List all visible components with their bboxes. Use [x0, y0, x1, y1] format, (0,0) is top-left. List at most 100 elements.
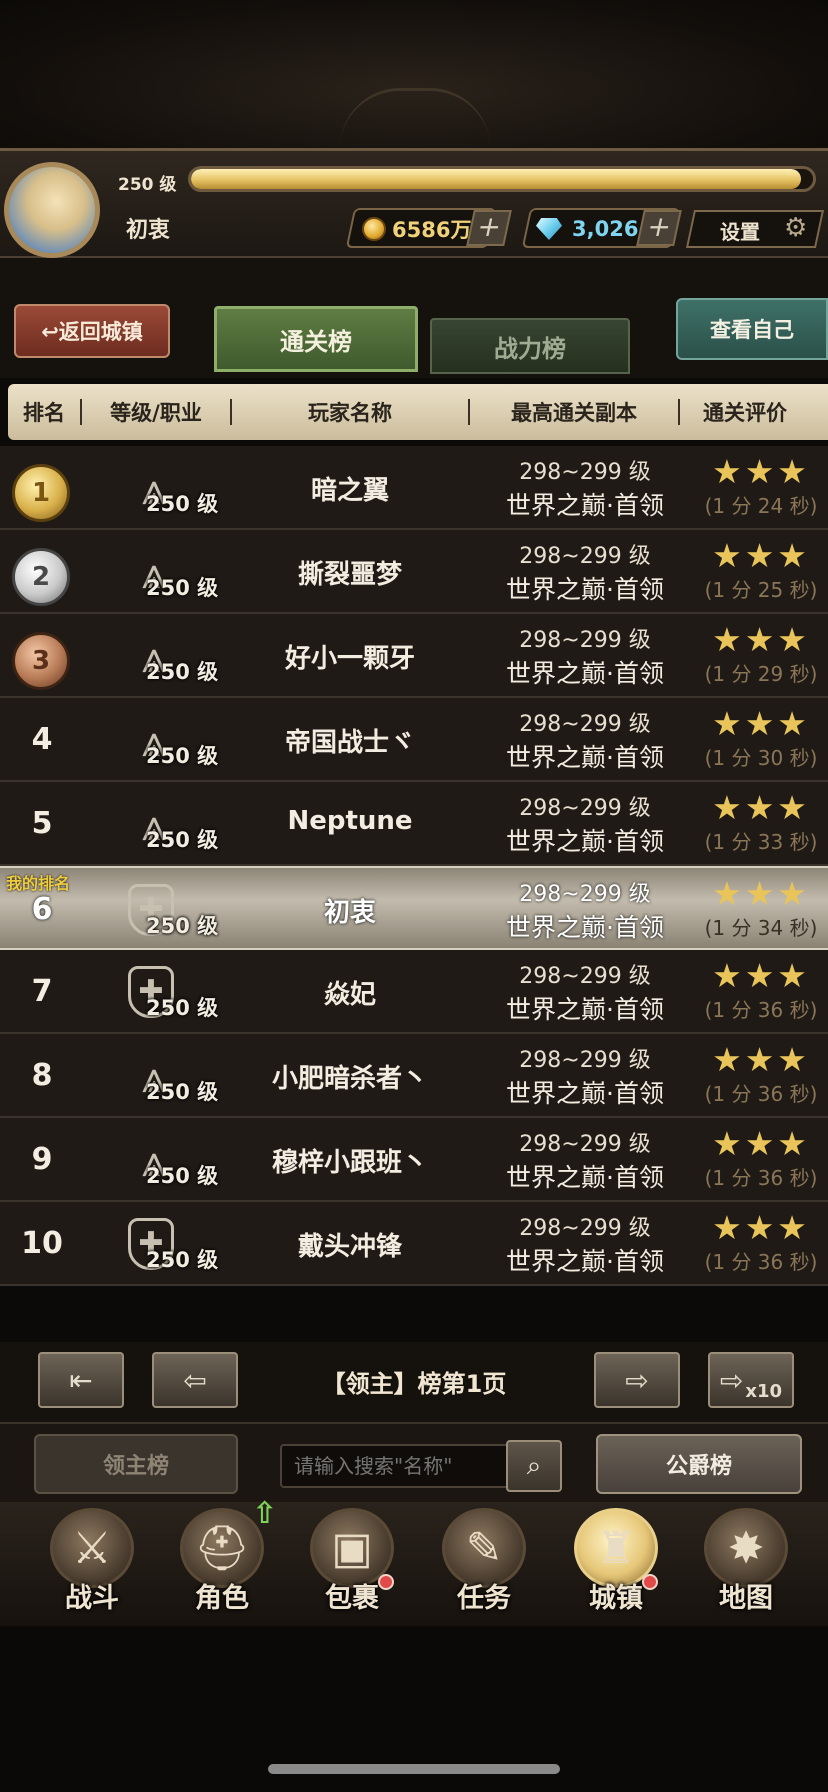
ranking-row[interactable]: 1 ⩓ 250 级暗之翼 298~299 级世界之巅·首领 ★★★ (1 分 24 秒): [0, 446, 828, 530]
ornament-flourish: [340, 88, 490, 148]
player-name-cell: 戴头冲锋: [297, 1232, 402, 1262]
tab-clear-ranking[interactable]: 通关榜: [214, 306, 418, 372]
nav-label: 城镇: [589, 1583, 643, 1614]
search-button[interactable]: ⌕: [506, 1440, 562, 1492]
star-rating: ★★★: [712, 1040, 810, 1079]
dungeon-level-range: 298~299 级: [519, 628, 651, 653]
gold-amount: 6586万: [392, 218, 472, 242]
my-rank-row[interactable]: 我的排名 6 ✚ 250 级初衷 298~299 级世界之巅·首领 ★★★ (1 分 34 …: [0, 866, 828, 950]
add-gold-button[interactable]: +: [466, 210, 512, 246]
home-indicator[interactable]: [268, 1764, 560, 1774]
player-name-cell: 穆梓小跟班丶: [271, 1148, 428, 1178]
fast-forward-icon: ⇨: [719, 1363, 744, 1397]
upgrade-arrow-icon: ⇧: [252, 1496, 278, 1531]
ranking-row[interactable]: 7 ✚ 250 级焱妃 298~299 级世界之巅·首领 ★★★ (1 分 36 秒): [0, 950, 828, 1034]
dungeon-name: 世界之巅·首领: [506, 491, 664, 520]
clear-time: (1 分 36 秒): [704, 998, 818, 1022]
top-ornament: [0, 0, 828, 150]
arrow-right-icon: ⇨: [625, 1363, 649, 1397]
nav-item-swords[interactable]: ⚔ 战斗: [30, 1508, 154, 1624]
rank-number: 9: [31, 1142, 53, 1177]
column-player-name: 玩家名称: [308, 401, 392, 425]
dungeon-level-range: 298~299 级: [519, 712, 651, 737]
nav-item-backpack[interactable]: ▣ 包裹: [290, 1508, 414, 1624]
dungeon-name: 世界之巅·首领: [506, 1079, 664, 1108]
tab-power-ranking[interactable]: 战力榜: [430, 318, 630, 374]
column-best-dungeon: 最高通关副本: [511, 401, 637, 425]
star-rating: ★★★: [712, 536, 810, 575]
column-rating: 通关评价: [703, 401, 787, 425]
dungeon-name: 世界之巅·首领: [506, 1163, 664, 1192]
rank-number: 10: [21, 1226, 63, 1261]
player-level: 250 级: [118, 175, 177, 195]
gold-medal-icon: 1: [12, 464, 70, 522]
first-page-button[interactable]: ⇤: [38, 1352, 124, 1408]
ranking-row[interactable]: 2 ⩓ 250 级撕裂噩梦 298~299 级世界之巅·首领 ★★★ (1 分 25 秒): [0, 530, 828, 614]
duke-ranking-button[interactable]: 公爵榜: [596, 1434, 802, 1494]
star-rating: ★★★: [712, 874, 810, 913]
clear-time: (1 分 30 秒): [704, 746, 818, 770]
star-rating: ★★★: [712, 452, 810, 491]
player-name-cell: 帝国战士ヾ: [284, 728, 415, 758]
diamond-icon: [536, 218, 562, 240]
ranking-row[interactable]: 5 ⩓ 250 级 Neptune 298~299 级世界之巅·首领 ★★★ (1 分 33…: [0, 782, 828, 866]
player-level-label: 250 级: [146, 660, 219, 684]
ranking-row[interactable]: 4 ⩓ 250 级帝国战士ヾ 298~299 级世界之巅·首领 ★★★ (1 分 30 秒…: [0, 698, 828, 782]
player-level-label: 250 级: [146, 576, 219, 600]
x10-label: x10: [745, 1381, 783, 1402]
dungeon-level-range: 298~299 级: [519, 796, 651, 821]
dungeon-level-range: 298~299 级: [519, 544, 651, 569]
ranking-row[interactable]: 9 ⩓ 250 级穆梓小跟班丶 298~299 级世界之巅·首领 ★★★ (1 分 36 …: [0, 1118, 828, 1202]
player-avatar[interactable]: [4, 162, 100, 258]
xp-bar-fill: [191, 169, 801, 189]
view-self-button[interactable]: 查看自己: [676, 298, 828, 360]
player-name-cell: 焱妃: [323, 980, 376, 1010]
dungeon-name: 世界之巅·首领: [506, 575, 664, 604]
nav-label: 角色: [195, 1583, 249, 1614]
gold-coin-icon: [362, 217, 386, 241]
dungeon-level-range: 298~299 级: [519, 1048, 651, 1073]
clear-time: (1 分 36 秒): [704, 1250, 818, 1274]
star-rating: ★★★: [712, 788, 810, 827]
ranking-list: 1 ⩓ 250 级暗之翼 298~299 级世界之巅·首领 ★★★ (1 分 24 秒) 2…: [0, 446, 828, 1286]
rank-number: 7: [31, 974, 53, 1009]
next-page-button[interactable]: ⇨: [594, 1352, 680, 1408]
clear-time: (1 分 24 秒): [704, 494, 818, 518]
dungeon-level-range: 298~299 级: [519, 1132, 651, 1157]
rank-number: 6: [31, 892, 53, 927]
dungeon-level-range: 298~299 级: [519, 964, 651, 989]
add-gems-button[interactable]: +: [636, 210, 682, 246]
clear-time: (1 分 36 秒): [704, 1166, 818, 1190]
search-input[interactable]: [280, 1444, 510, 1488]
nav-item-scroll[interactable]: ✎ 任务: [422, 1508, 546, 1624]
ranking-row[interactable]: 8 ⩓ 250 级小肥暗杀者丶 298~299 级世界之巅·首领 ★★★ (1 分 36 …: [0, 1034, 828, 1118]
page-label: 【领主】榜第1页: [321, 1370, 507, 1398]
star-rating: ★★★: [712, 1124, 810, 1163]
bronze-medal-icon: 3: [12, 632, 70, 690]
dungeon-level-range: 298~299 级: [519, 882, 651, 907]
clear-time: (1 分 25 秒): [704, 578, 818, 602]
lord-ranking-button[interactable]: 领主榜: [34, 1434, 238, 1494]
player-name-cell: 暗之翼: [310, 476, 389, 506]
back-to-town-button[interactable]: ↩返回城镇: [14, 304, 170, 358]
xp-bar: [188, 166, 816, 192]
prev-page-button[interactable]: ⇦: [152, 1352, 238, 1408]
column-rank: 排名: [23, 401, 65, 425]
table-header: 排名 等级/职业 玩家名称 最高通关副本 通关评价: [8, 384, 828, 440]
star-rating: ★★★: [712, 1208, 810, 1247]
column-level-class: 等级/职业: [110, 401, 202, 425]
forward-10-pages-button[interactable]: ⇨ x10: [708, 1352, 794, 1408]
clear-time: (1 分 33 秒): [704, 830, 818, 854]
star-rating: ★★★: [712, 704, 810, 743]
gear-icon[interactable]: ⚙: [784, 213, 807, 243]
player-level-label: 250 级: [146, 1164, 219, 1188]
ranking-row[interactable]: 3 ⩓ 250 级好小一颗牙 298~299 级世界之巅·首领 ★★★ (1 分 29 秒…: [0, 614, 828, 698]
nav-item-tower[interactable]: ♜ 城镇: [554, 1508, 678, 1624]
player-name-cell: 撕裂噩梦: [297, 560, 402, 590]
ranking-row[interactable]: 10 ✚ 250 级戴头冲锋 298~299 级世界之巅·首领 ★★★ (1 分 36 秒…: [0, 1202, 828, 1286]
player-level-label: 250 级: [146, 492, 219, 516]
dungeon-name: 世界之巅·首领: [506, 913, 664, 942]
nav-item-map[interactable]: ✸ 地图: [684, 1508, 808, 1624]
rank-number: 8: [31, 1058, 53, 1093]
player-level-label: 250 级: [146, 1080, 219, 1104]
